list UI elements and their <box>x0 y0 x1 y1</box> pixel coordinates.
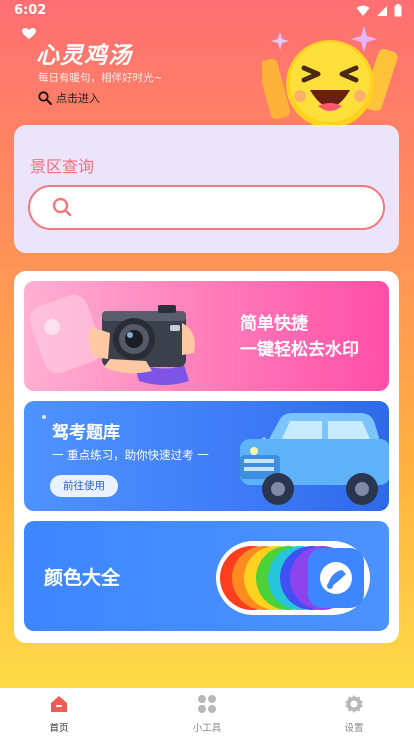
color-encyclopedia-card[interactable]: 颜色大全 <box>24 521 389 631</box>
watermark-line2: 一键轻松去水印 <box>240 340 359 360</box>
search-icon <box>52 197 72 217</box>
driving-subtitle: 一 重点练习，助你快速过考 一 <box>52 448 209 462</box>
nav-item-settings[interactable]: 设置 <box>314 694 394 734</box>
enter-link-label: 点击进入 <box>56 92 100 105</box>
driving-title: 驾考题库 <box>52 423 120 443</box>
app-subtitle: 每日有暖句，相伴好时光~ <box>38 72 163 84</box>
tools-panel: 简单快捷 一键轻松去水印 驾考题库 一 重点练习，助你快速过考 一 前往使用 颜… <box>14 271 399 643</box>
nav-label-home: 首页 <box>49 723 69 734</box>
nav-item-home[interactable]: 首页 <box>19 694 99 734</box>
battery-icon <box>394 4 402 17</box>
enter-link[interactable]: 点击进入 <box>38 90 100 106</box>
home-icon <box>51 696 67 712</box>
car-illustration <box>240 413 389 505</box>
nav-label-tools: 小工具 <box>192 723 222 734</box>
status-time: 6:02 <box>14 3 47 18</box>
grid-icon <box>198 695 216 713</box>
laughing-emoji-illustration <box>262 26 398 128</box>
header: 心灵鸡汤 每日有暖句，相伴好时光~ 点击进入 <box>0 24 414 128</box>
go-use-button[interactable]: 前往使用 <box>50 475 118 497</box>
driving-test-card[interactable]: 驾考题库 一 重点练习，助你快速过考 一 前往使用 <box>24 401 389 511</box>
signal-icon <box>377 5 387 16</box>
search-input[interactable] <box>86 196 366 220</box>
scenic-search-card: 景区查询 <box>14 125 399 253</box>
camera-hands-illustration <box>88 305 195 385</box>
heart-icon <box>22 28 36 39</box>
nav-label-settings: 设置 <box>344 723 364 734</box>
search-title: 景区查询 <box>30 157 95 176</box>
bottom-nav: 首页 小工具 设置 <box>0 688 414 737</box>
status-bar: 6:02 <box>0 0 414 24</box>
wifi-icon <box>356 5 370 16</box>
watermark-line1: 简单快捷 <box>240 314 308 334</box>
search-icon <box>38 91 52 105</box>
app-title: 心灵鸡汤 <box>36 43 132 69</box>
status-icons <box>356 4 402 17</box>
search-box[interactable] <box>28 185 385 230</box>
colors-title: 颜色大全 <box>44 567 121 589</box>
nav-item-tools[interactable]: 小工具 <box>167 694 247 734</box>
watermark-title: 简单快捷 一键轻松去水印 <box>240 311 359 363</box>
watermark-removal-card[interactable]: 简单快捷 一键轻松去水印 <box>24 281 389 391</box>
gear-icon <box>345 695 363 713</box>
rainbow-palette-illustration <box>216 541 370 615</box>
